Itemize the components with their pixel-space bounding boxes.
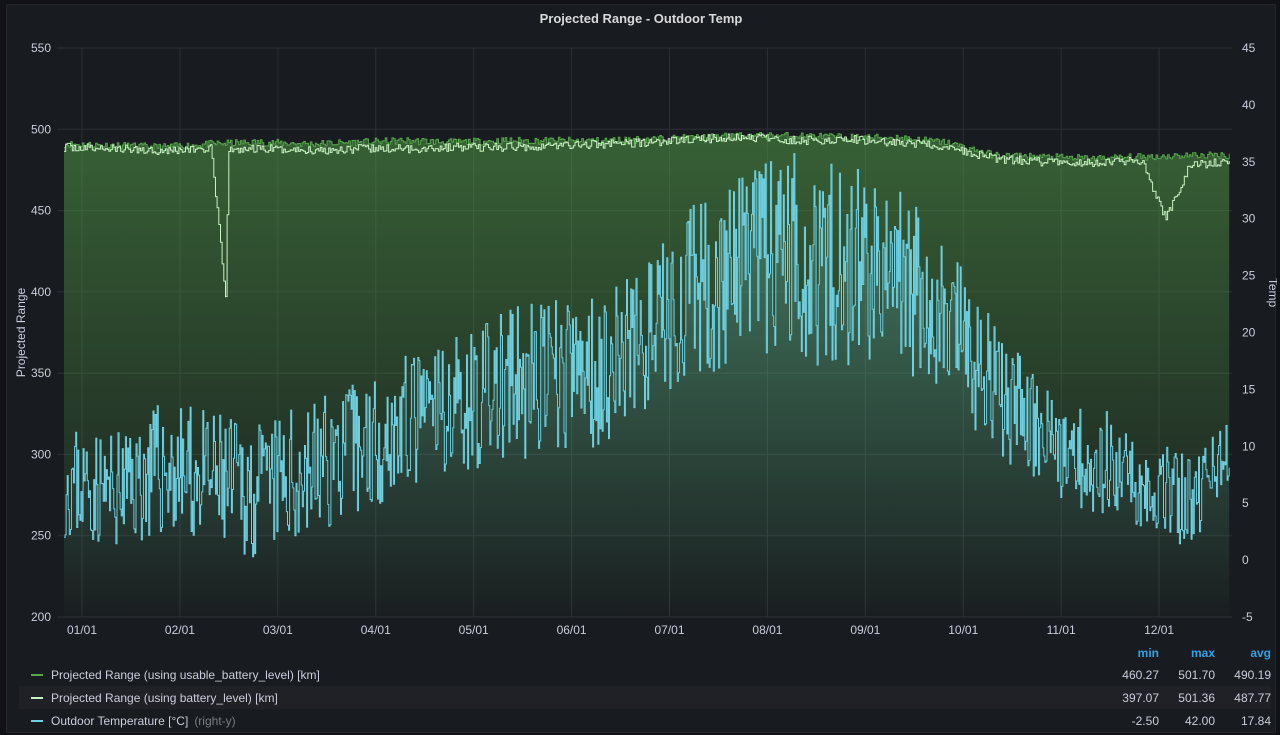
legend-label: Projected Range (using battery_level) [k… bbox=[51, 690, 278, 705]
legend-avg: 487.77 bbox=[1234, 690, 1271, 705]
y-right-axis-label: Temp bbox=[1266, 278, 1277, 308]
x-tick-label: 01/01 bbox=[67, 623, 97, 637]
legend-max: 501.70 bbox=[1178, 667, 1215, 682]
x-tick-label: 02/01 bbox=[165, 623, 195, 637]
y-right-tick-label: 45 bbox=[1242, 41, 1256, 55]
legend-axis-hint: (right-y) bbox=[194, 713, 236, 728]
legend-min: -2.50 bbox=[1131, 713, 1159, 728]
legend-item-battery-range[interactable]: Projected Range (using battery_level) [k… bbox=[19, 686, 1271, 709]
y-tick-label: 250 bbox=[31, 529, 51, 543]
y-right-tick-label: 5 bbox=[1242, 496, 1249, 510]
legend-avg: 17.84 bbox=[1240, 713, 1271, 728]
y-right-tick-label: 30 bbox=[1242, 212, 1256, 226]
chart-panel: Projected Range - Outdoor Temp 200 250 300… bbox=[6, 4, 1277, 733]
legend-min: 460.27 bbox=[1122, 667, 1159, 682]
x-tick-label: 07/01 bbox=[654, 623, 684, 637]
y-right-tick-label: 40 bbox=[1242, 98, 1256, 112]
y-right-tick-label: 35 bbox=[1242, 155, 1256, 169]
y-right-tick-label: 10 bbox=[1242, 439, 1256, 453]
y-tick-label: 500 bbox=[31, 122, 51, 136]
legend-avg: 490.19 bbox=[1234, 667, 1271, 682]
y-tick-label: 450 bbox=[31, 204, 51, 218]
y-tick-label: 550 bbox=[31, 41, 51, 55]
legend-swatch bbox=[31, 696, 43, 699]
y-right-tick-label: 20 bbox=[1242, 326, 1256, 340]
y-right-tick-label: -5 bbox=[1242, 610, 1253, 624]
legend-swatch bbox=[31, 719, 43, 722]
legend-header-max[interactable]: max bbox=[1159, 646, 1215, 660]
legend-max: 501.36 bbox=[1178, 690, 1215, 705]
x-tick-label: 11/01 bbox=[1047, 623, 1076, 637]
chart-plot: 200 250 300 350 400 450 500 550 -5 0 5 10 15 20 25 30 35… bbox=[14, 41, 1277, 637]
y-tick-label: 200 bbox=[31, 610, 51, 624]
legend-header-avg[interactable]: avg bbox=[1215, 646, 1271, 660]
x-tick-label: 06/01 bbox=[557, 623, 587, 637]
y-tick-label: 350 bbox=[31, 366, 51, 380]
x-tick-label: 09/01 bbox=[850, 623, 880, 637]
x-tick-label: 10/01 bbox=[948, 623, 978, 637]
y-right-tick-label: 25 bbox=[1242, 269, 1256, 283]
y-right-tick-label: 0 bbox=[1242, 553, 1249, 567]
x-tick-label: 08/01 bbox=[752, 623, 782, 637]
legend-label: Outdoor Temperature [°C] (right-y) bbox=[51, 713, 236, 728]
y-tick-label: 400 bbox=[31, 285, 51, 299]
legend-label: Projected Range (using usable_battery_le… bbox=[51, 667, 320, 682]
legend-swatch bbox=[31, 673, 43, 676]
x-tick-label: 04/01 bbox=[361, 623, 391, 637]
x-tick-label: 05/01 bbox=[459, 623, 489, 637]
x-tick-label: 03/01 bbox=[263, 623, 293, 637]
legend-max: 42.00 bbox=[1184, 713, 1215, 728]
y-axis-label: Projected Range bbox=[14, 287, 28, 377]
y-right-tick-label: 15 bbox=[1242, 382, 1256, 396]
legend-header-min[interactable]: min bbox=[1103, 646, 1159, 660]
legend-item-usable-range[interactable]: Projected Range (using usable_battery_le… bbox=[19, 663, 1271, 686]
legend-min: 397.07 bbox=[1122, 690, 1159, 705]
chart-legend: min max avg Projected Range (using usabl… bbox=[19, 643, 1271, 732]
legend-item-outdoor-temp[interactable]: Outdoor Temperature [°C] (right-y) -2.50 … bbox=[19, 709, 1271, 732]
y-tick-label: 300 bbox=[31, 447, 51, 461]
legend-header: min max avg bbox=[19, 643, 1271, 663]
x-tick-label: 12/01 bbox=[1144, 623, 1174, 637]
